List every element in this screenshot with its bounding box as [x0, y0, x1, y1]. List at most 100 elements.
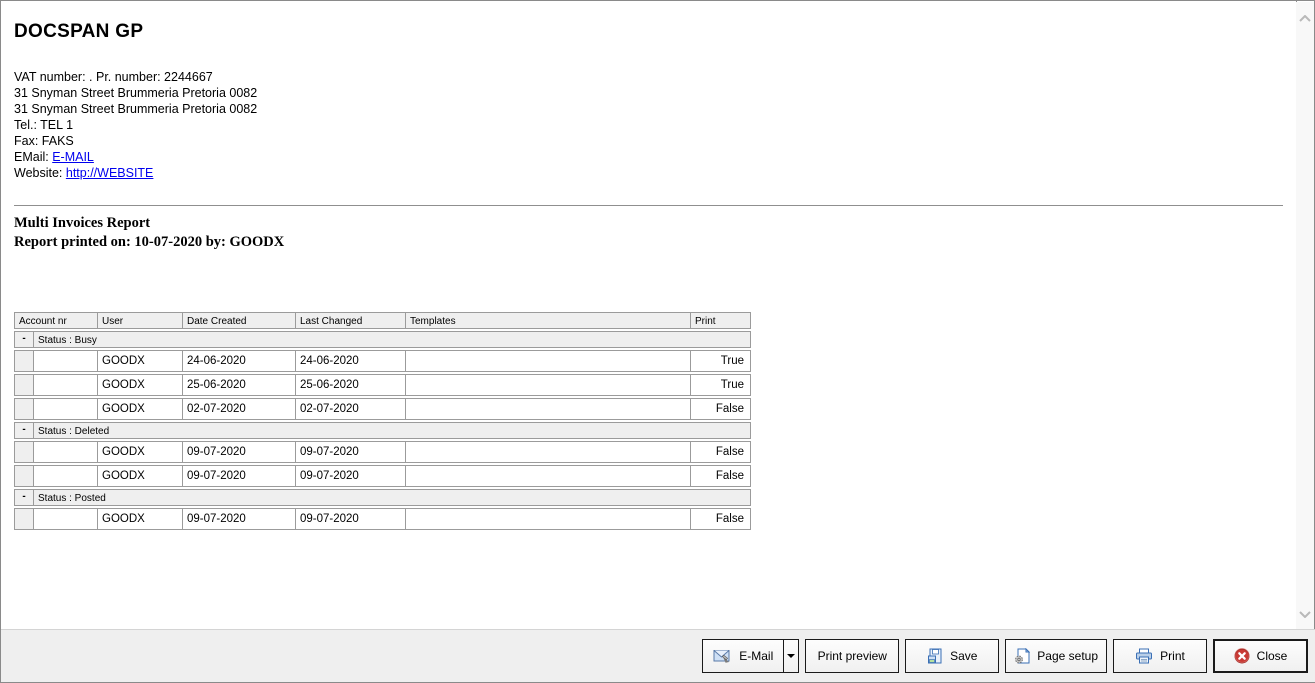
collapse-toggle[interactable]: -: [14, 489, 34, 506]
cell-last-changed: 09-07-2020: [296, 508, 406, 530]
cell-print: False: [691, 398, 751, 420]
page-setup-button[interactable]: Page setup: [1005, 639, 1107, 673]
company-details: VAT number: . Pr. number: 2244667 31 Sny…: [14, 69, 1283, 181]
cell-date-created: 24-06-2020: [183, 350, 296, 372]
dropdown-arrow-icon: [787, 654, 796, 658]
cell-account-nr: [34, 508, 98, 530]
cell-print: False: [691, 508, 751, 530]
column-header: Account nr: [14, 312, 98, 329]
column-header: User: [98, 312, 183, 329]
group-row: - Status : Deleted: [14, 422, 751, 439]
column-header: Templates: [406, 312, 691, 329]
cell-account-nr: [34, 374, 98, 396]
collapse-toggle[interactable]: -: [14, 422, 34, 439]
invoice-table: Account nr User Date Created Last Changed Te…: [14, 312, 751, 530]
report-printed-line: Report printed on: 10-07-2020 by: GOODX: [14, 234, 285, 250]
close-button-label: Close: [1256, 649, 1288, 663]
table-row: GOODX 24-06-2020 24-06-2020 True: [14, 350, 751, 372]
row-indent-cell: [14, 350, 34, 372]
address-line-2: 31 Snyman Street Brummeria Pretoria 0082: [14, 102, 258, 116]
group-label: Status : Posted: [34, 489, 751, 506]
column-header: Print: [691, 312, 751, 329]
cell-last-changed: 25-06-2020: [296, 374, 406, 396]
bottom-toolbar: E-Mail Print preview Save Page setup Pri…: [1, 629, 1315, 682]
cell-templates: [406, 465, 691, 487]
red-circle-x-icon: [1234, 648, 1250, 664]
company-name: DOCSPAN GP: [14, 21, 144, 42]
cell-user: GOODX: [98, 465, 183, 487]
report-window: DOCSPAN GP VAT number: . Pr. number: 224…: [0, 0, 1315, 683]
cell-date-created: 25-06-2020: [183, 374, 296, 396]
cell-user: GOODX: [98, 374, 183, 396]
cell-date-created: 09-07-2020: [183, 465, 296, 487]
website-link[interactable]: http://WEBSITE: [66, 166, 154, 180]
cell-date-created: 02-07-2020: [183, 398, 296, 420]
print-button[interactable]: Print: [1113, 639, 1207, 673]
header-divider: [14, 205, 1283, 206]
page-setup-button-label: Page setup: [1037, 649, 1098, 663]
cell-date-created: 09-07-2020: [183, 441, 296, 463]
email-button-label: E-Mail: [739, 649, 774, 663]
chevron-down-icon[interactable]: [1299, 611, 1311, 618]
cell-templates: [406, 350, 691, 372]
printer-icon: [1135, 648, 1153, 664]
print-preview-button[interactable]: Print preview: [805, 639, 900, 673]
cell-templates: [406, 374, 691, 396]
save-button-label: Save: [950, 649, 978, 663]
group-label: Status : Busy: [34, 331, 751, 348]
table-row: GOODX 25-06-2020 25-06-2020 True: [14, 374, 751, 396]
cell-account-nr: [34, 398, 98, 420]
page-with-gear-icon: [1014, 648, 1031, 664]
cell-account-nr: [34, 441, 98, 463]
email-split-button[interactable]: E-Mail: [702, 639, 800, 673]
email-label: EMail:: [14, 150, 53, 164]
fax-line: Fax: FAKS: [14, 134, 74, 148]
table-row: GOODX 09-07-2020 09-07-2020 False: [14, 508, 751, 530]
cell-last-changed: 24-06-2020: [296, 350, 406, 372]
email-button[interactable]: E-Mail: [703, 640, 783, 672]
close-button[interactable]: Close: [1213, 639, 1308, 673]
vertical-scrollbar[interactable]: [1296, 2, 1314, 631]
cell-templates: [406, 508, 691, 530]
row-indent-cell: [14, 441, 34, 463]
address-line-1: 31 Snyman Street Brummeria Pretoria 0082: [14, 86, 258, 100]
cell-last-changed: 09-07-2020: [296, 441, 406, 463]
email-line: EMail: E-MAIL: [14, 149, 1283, 165]
vat-line: VAT number: . Pr. number: 2244667: [14, 70, 213, 84]
collapse-toggle[interactable]: -: [14, 331, 34, 348]
table-row: GOODX 09-07-2020 09-07-2020 False: [14, 465, 751, 487]
website-label: Website:: [14, 166, 66, 180]
save-button[interactable]: Save: [905, 639, 1000, 673]
group-row: - Status : Posted: [14, 489, 751, 506]
envelope-icon: [713, 649, 732, 664]
chevron-up-icon[interactable]: [1299, 15, 1311, 22]
row-indent-cell: [14, 374, 34, 396]
column-header: Last Changed: [296, 312, 406, 329]
cell-account-nr: [34, 350, 98, 372]
cell-print: True: [691, 350, 751, 372]
tel-line: Tel.: TEL 1: [14, 118, 74, 132]
cell-user: GOODX: [98, 441, 183, 463]
print-preview-button-label: Print preview: [817, 649, 887, 663]
report-title: Multi Invoices Report: [14, 215, 151, 231]
cell-user: GOODX: [98, 508, 183, 530]
table-header-row: Account nr User Date Created Last Changed Te…: [14, 312, 751, 329]
floppy-disk-icon: [927, 648, 943, 664]
cell-last-changed: 09-07-2020: [296, 465, 406, 487]
row-indent-cell: [14, 398, 34, 420]
cell-templates: [406, 441, 691, 463]
website-line: Website: http://WEBSITE: [14, 165, 1283, 181]
column-header: Date Created: [183, 312, 296, 329]
report-viewer: DOCSPAN GP VAT number: . Pr. number: 224…: [1, 1, 1297, 631]
email-dropdown-button[interactable]: [783, 640, 798, 672]
cell-user: GOODX: [98, 398, 183, 420]
row-indent-cell: [14, 465, 34, 487]
email-link[interactable]: E-MAIL: [52, 150, 94, 164]
print-button-label: Print: [1160, 649, 1185, 663]
row-indent-cell: [14, 508, 34, 530]
cell-account-nr: [34, 465, 98, 487]
group-row: - Status : Busy: [14, 331, 751, 348]
cell-user: GOODX: [98, 350, 183, 372]
cell-last-changed: 02-07-2020: [296, 398, 406, 420]
group-label: Status : Deleted: [34, 422, 751, 439]
